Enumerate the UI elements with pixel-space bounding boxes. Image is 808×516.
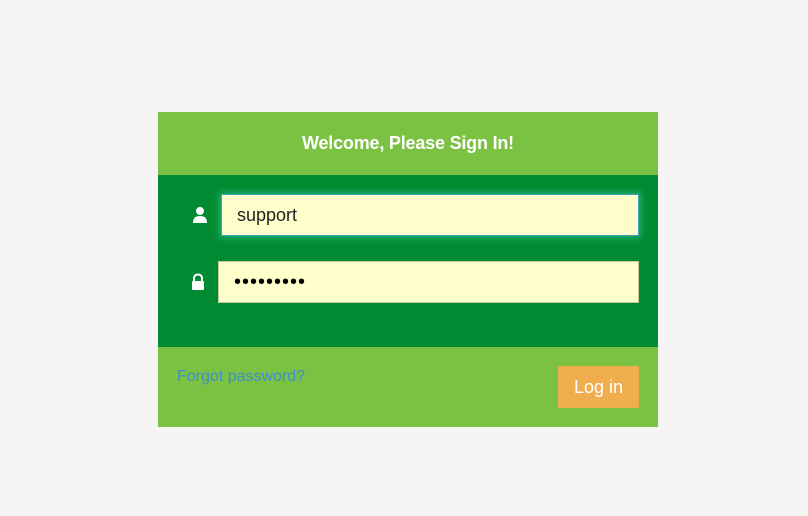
login-header: Welcome, Please Sign In!: [158, 112, 658, 175]
username-input[interactable]: [221, 194, 639, 236]
password-row: [158, 261, 658, 303]
login-form: [158, 175, 658, 347]
login-panel: Welcome, Please Sign In! Forgot passwor: [158, 112, 658, 427]
forgot-password-link[interactable]: Forgot password?: [177, 368, 305, 386]
lock-icon: [190, 273, 206, 291]
login-title: Welcome, Please Sign In!: [302, 133, 514, 153]
password-input[interactable]: [218, 261, 639, 303]
login-button[interactable]: Log in: [558, 366, 639, 408]
user-icon: [192, 206, 208, 224]
username-row: [158, 194, 658, 236]
login-footer: Forgot password? Log in: [158, 347, 658, 427]
